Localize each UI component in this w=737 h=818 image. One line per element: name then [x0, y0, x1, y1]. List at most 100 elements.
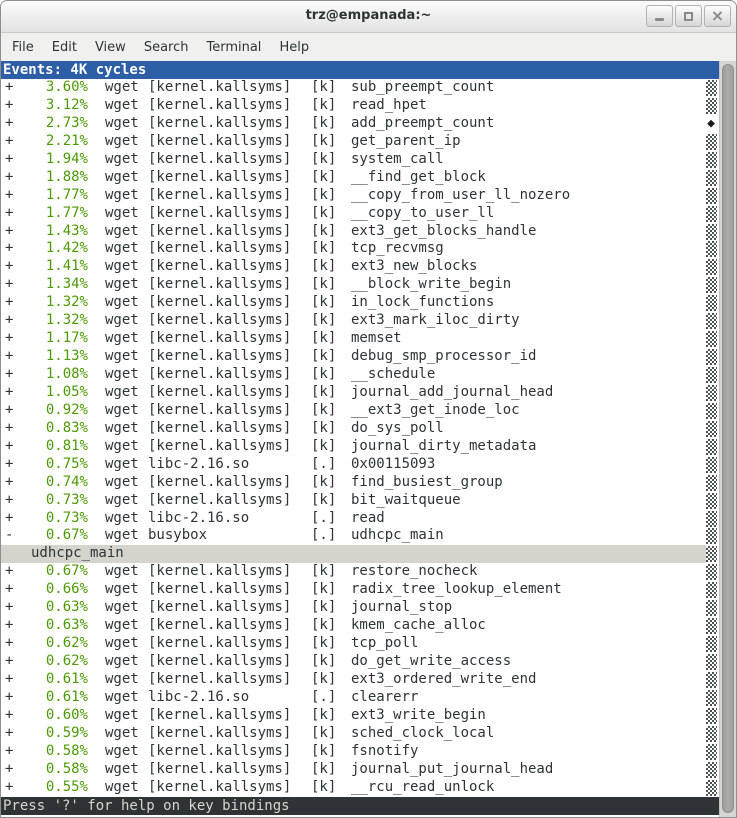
expand-marker: +: [1, 779, 17, 797]
table-row[interactable]: + 0.81% wget [kernel.kallsyms] [k] journ…: [1, 438, 706, 456]
expand-marker: +: [1, 294, 17, 312]
scroll-shade-block: [706, 259, 717, 275]
scrollbar[interactable]: [719, 61, 736, 818]
table-row[interactable]: + 0.63% wget [kernel.kallsyms] [k] journ…: [1, 599, 706, 617]
column-gap: [88, 563, 105, 581]
overhead-percent: 0.67%: [17, 527, 88, 545]
column-gap: [88, 527, 105, 545]
table-row[interactable]: + 0.60% wget [kernel.kallsyms] [k] ext3_…: [1, 707, 706, 725]
symbol-name: udhcpc_main: [351, 527, 706, 545]
scroll-shade-block: [706, 475, 717, 491]
privilege-level: [k]: [311, 79, 351, 97]
table-row[interactable]: + 1.43% wget [kernel.kallsyms] [k] ext3_…: [1, 223, 706, 241]
scroll-shade-block: [706, 600, 717, 616]
symbol-name: read_hpet: [351, 97, 706, 115]
shared-object: [kernel.kallsyms]: [148, 438, 311, 456]
table-row[interactable]: + 0.83% wget [kernel.kallsyms] [k] do_sy…: [1, 420, 706, 438]
shared-object: [kernel.kallsyms]: [148, 474, 311, 492]
table-row[interactable]: + 1.08% wget [kernel.kallsyms] [k] __sch…: [1, 366, 706, 384]
scroll-shade-block: [706, 457, 717, 473]
overhead-percent: 0.63%: [17, 599, 88, 617]
table-row[interactable]: + 0.73% wget libc-2.16.so [.] read: [1, 510, 706, 528]
table-row[interactable]: + 0.61% wget [kernel.kallsyms] [k] ext3_…: [1, 671, 706, 689]
table-row[interactable]: + 0.62% wget [kernel.kallsyms] [k] do_ge…: [1, 653, 706, 671]
command: wget: [105, 563, 148, 581]
table-row[interactable]: + 0.58% wget [kernel.kallsyms] [k] journ…: [1, 761, 706, 779]
scroll-shade-block: [706, 708, 717, 724]
privilege-level: [k]: [311, 366, 351, 384]
table-row[interactable]: + 0.63% wget [kernel.kallsyms] [k] kmem_…: [1, 617, 706, 635]
table-row[interactable]: + 1.13% wget [kernel.kallsyms] [k] debug…: [1, 348, 706, 366]
status-bar: Press '?' for help on key bindings: [1, 797, 719, 815]
command: wget: [105, 581, 148, 599]
column-gap: [88, 761, 105, 779]
table-row[interactable]: + 1.34% wget [kernel.kallsyms] [k] __blo…: [1, 276, 706, 294]
menu-terminal[interactable]: Terminal: [197, 35, 270, 60]
table-row[interactable]: + 1.42% wget [kernel.kallsyms] [k] tcp_r…: [1, 240, 706, 258]
overhead-percent: 3.60%: [17, 79, 88, 97]
menu-view[interactable]: View: [86, 35, 135, 60]
menu-search[interactable]: Search: [135, 35, 198, 60]
status-text: Press '?' for help on key bindings: [3, 798, 290, 814]
menu-help[interactable]: Help: [270, 35, 318, 60]
overhead-percent: 0.61%: [17, 671, 88, 689]
table-row[interactable]: + 0.55% wget [kernel.kallsyms] [k] __rcu…: [1, 779, 706, 797]
table-row[interactable]: + 0.59% wget [kernel.kallsyms] [k] sched…: [1, 725, 706, 743]
table-row[interactable]: + 1.17% wget [kernel.kallsyms] [k] memse…: [1, 330, 706, 348]
table-row[interactable]: + 3.12% wget [kernel.kallsyms] [k] read_…: [1, 97, 706, 115]
shared-object: libc-2.16.so: [148, 456, 311, 474]
table-row[interactable]: + 2.73% wget [kernel.kallsyms] [k] add_p…: [1, 115, 706, 133]
privilege-level: [k]: [311, 348, 351, 366]
scroll-shade-block: [706, 241, 717, 257]
expand-marker: +: [1, 599, 17, 617]
table-row[interactable]: + 0.74% wget [kernel.kallsyms] [k] find_…: [1, 474, 706, 492]
table-row[interactable]: + 0.67% wget [kernel.kallsyms] [k] resto…: [1, 563, 706, 581]
table-row[interactable]: + 0.73% wget [kernel.kallsyms] [k] bit_w…: [1, 492, 706, 510]
table-row[interactable]: + 1.88% wget [kernel.kallsyms] [k] __fin…: [1, 169, 706, 187]
overhead-percent: 1.05%: [17, 384, 88, 402]
table-row[interactable]: - 0.67% wget busybox [.] udhcpc_main: [1, 527, 706, 545]
scroll-shade-block: [706, 564, 717, 580]
command: wget: [105, 707, 148, 725]
expand-marker: +: [1, 689, 17, 707]
table-row[interactable]: + 3.60% wget [kernel.kallsyms] [k] sub_p…: [1, 79, 706, 97]
maximize-button[interactable]: [675, 5, 702, 27]
table-row[interactable]: + 1.94% wget [kernel.kallsyms] [k] syste…: [1, 151, 706, 169]
shared-object: [kernel.kallsyms]: [148, 402, 311, 420]
symbol-name: __schedule: [351, 366, 706, 384]
table-row[interactable]: + 0.58% wget [kernel.kallsyms] [k] fsnot…: [1, 743, 706, 761]
table-row[interactable]: + 1.32% wget [kernel.kallsyms] [k] in_lo…: [1, 294, 706, 312]
symbol-name: ext3_write_begin: [351, 707, 706, 725]
table-row[interactable]: + 0.92% wget [kernel.kallsyms] [k] __ext…: [1, 402, 706, 420]
symbol-name: do_get_write_access: [351, 653, 706, 671]
privilege-level: [k]: [311, 258, 351, 276]
callchain-row[interactable]: udhcpc_main: [1, 545, 706, 563]
table-row[interactable]: + 1.77% wget [kernel.kallsyms] [k] __cop…: [1, 205, 706, 223]
expand-marker: +: [1, 79, 17, 97]
close-button[interactable]: ×: [704, 5, 731, 27]
terminal-screen[interactable]: Events: 4K cycles + 3.60% wget [kernel.k…: [1, 61, 736, 818]
table-row[interactable]: + 0.62% wget [kernel.kallsyms] [k] tcp_p…: [1, 635, 706, 653]
table-row[interactable]: + 1.77% wget [kernel.kallsyms] [k] __cop…: [1, 187, 706, 205]
table-row[interactable]: + 0.61% wget libc-2.16.so [.] clearerr: [1, 689, 706, 707]
table-row[interactable]: + 2.21% wget [kernel.kallsyms] [k] get_p…: [1, 133, 706, 151]
expand-marker: +: [1, 223, 17, 241]
overhead-percent: 0.73%: [17, 492, 88, 510]
shared-object: [kernel.kallsyms]: [148, 563, 311, 581]
scroll-shade-block: [706, 690, 717, 706]
overhead-percent: 0.58%: [17, 761, 88, 779]
table-row[interactable]: + 0.66% wget [kernel.kallsyms] [k] radix…: [1, 581, 706, 599]
menu-edit[interactable]: Edit: [43, 35, 86, 60]
expand-marker: +: [1, 151, 17, 169]
minimize-button[interactable]: [646, 5, 673, 27]
scrollbar-thumb[interactable]: [722, 64, 734, 813]
table-row[interactable]: + 1.32% wget [kernel.kallsyms] [k] ext3_…: [1, 312, 706, 330]
table-row[interactable]: + 1.41% wget [kernel.kallsyms] [k] ext3_…: [1, 258, 706, 276]
privilege-level: [k]: [311, 169, 351, 187]
table-row[interactable]: + 0.75% wget libc-2.16.so [.] 0x00115093: [1, 456, 706, 474]
menu-file[interactable]: File: [3, 35, 43, 60]
table-row[interactable]: + 1.05% wget [kernel.kallsyms] [k] journ…: [1, 384, 706, 402]
symbol-name: ext3_mark_iloc_dirty: [351, 312, 706, 330]
expand-marker: +: [1, 366, 17, 384]
window-titlebar[interactable]: trz@empanada:~ ×: [1, 1, 736, 33]
